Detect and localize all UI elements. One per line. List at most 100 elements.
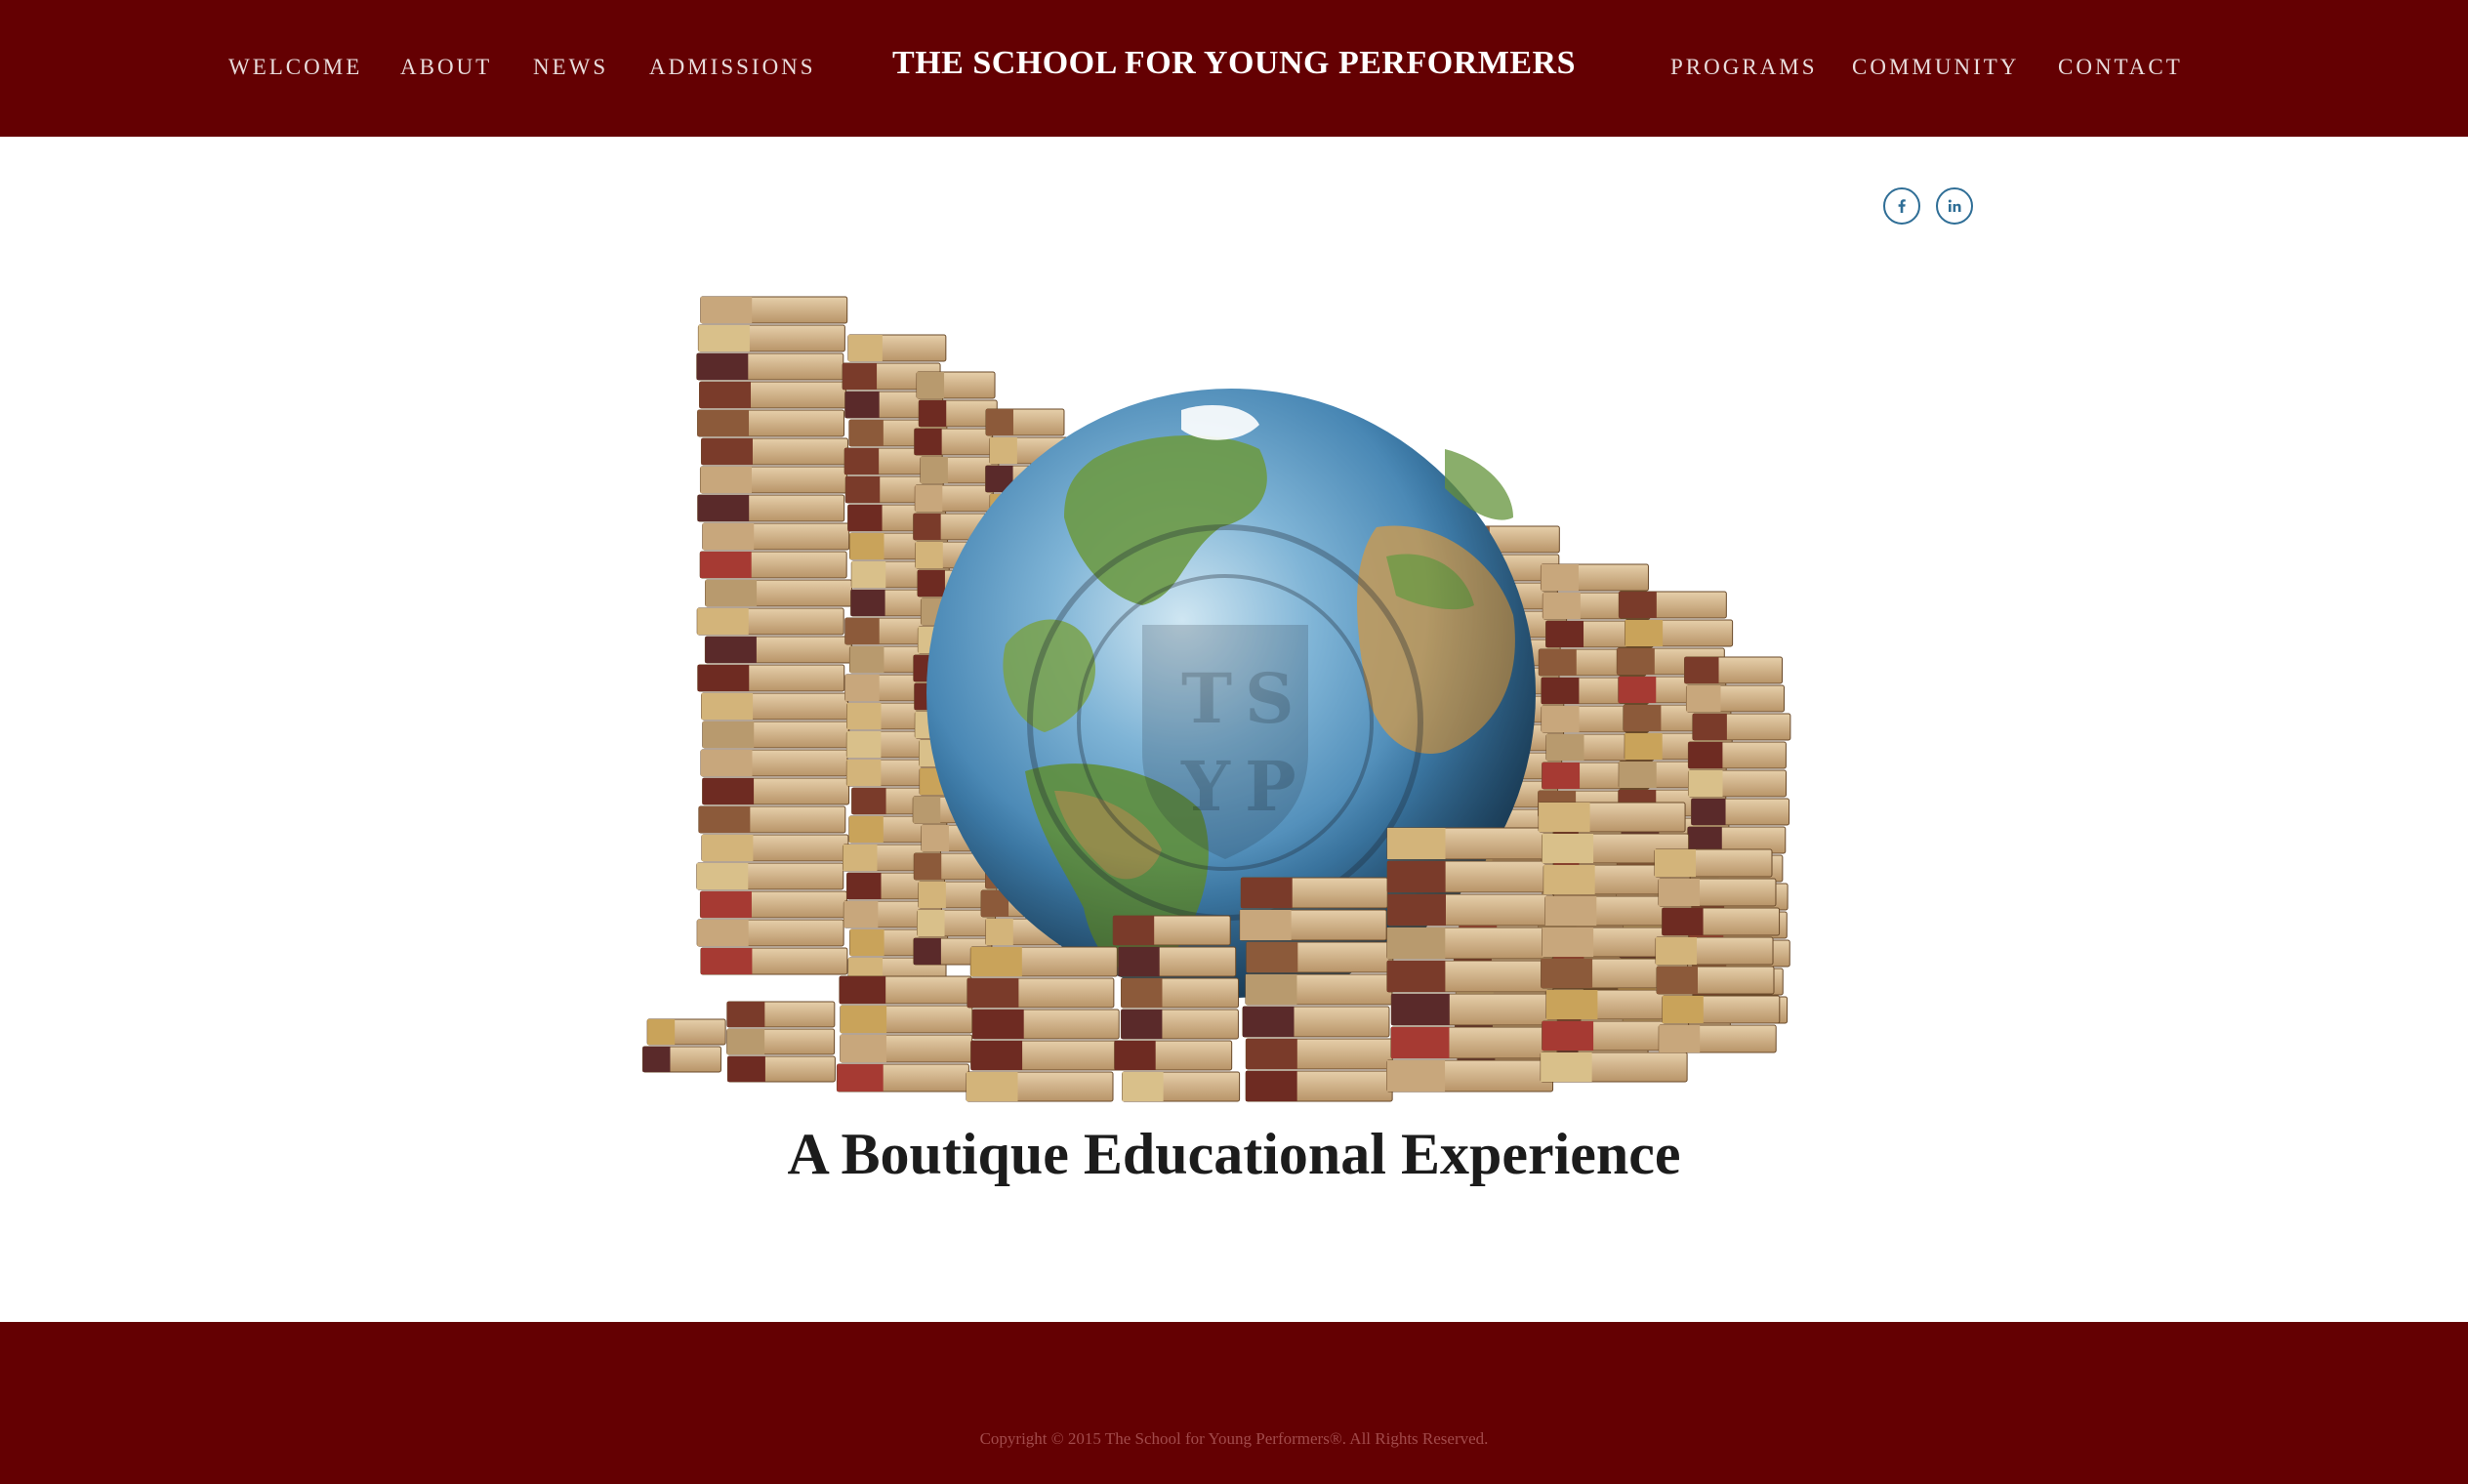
book — [1386, 893, 1554, 927]
facebook-icon — [1898, 199, 1906, 213]
book — [699, 890, 847, 919]
book — [1390, 1026, 1558, 1059]
book — [1245, 1038, 1393, 1070]
seal-letter-t: T — [1181, 658, 1232, 739]
book — [1685, 684, 1785, 713]
book — [702, 721, 850, 749]
book — [1538, 802, 1686, 833]
book — [646, 1018, 726, 1046]
book — [839, 975, 972, 1005]
facebook-button[interactable] — [1883, 187, 1920, 225]
book — [1655, 936, 1774, 966]
book — [914, 484, 994, 513]
book — [1658, 878, 1777, 907]
book — [1625, 619, 1734, 647]
book — [847, 334, 947, 362]
book — [916, 371, 996, 399]
book — [1245, 1070, 1393, 1102]
book — [726, 1028, 836, 1055]
book — [1114, 1040, 1233, 1071]
book — [1118, 946, 1237, 977]
book — [1684, 656, 1784, 684]
book — [1245, 973, 1393, 1006]
book — [967, 977, 1115, 1009]
seal-letter-p: P — [1245, 746, 1296, 827]
book — [696, 862, 844, 890]
book — [985, 408, 1065, 436]
book — [1654, 848, 1773, 878]
nav-programs[interactable]: PROGRAMS — [1670, 55, 1818, 80]
book — [702, 777, 850, 805]
nav-community[interactable]: COMMUNITY — [1852, 55, 2019, 80]
book — [1120, 977, 1239, 1009]
book — [1112, 915, 1231, 946]
book — [1540, 563, 1649, 592]
book — [1692, 713, 1791, 741]
book — [1662, 995, 1781, 1024]
book — [696, 607, 844, 636]
book — [698, 805, 846, 834]
book — [1618, 591, 1727, 619]
book — [1386, 1059, 1554, 1092]
book — [641, 1046, 721, 1073]
book — [701, 834, 849, 862]
book — [1120, 1009, 1239, 1040]
book — [1687, 741, 1787, 769]
book — [696, 352, 844, 381]
book — [966, 1071, 1114, 1102]
nav-contact[interactable]: CONTACT — [2058, 55, 2183, 80]
book — [697, 324, 845, 352]
book — [697, 494, 845, 522]
book — [726, 1001, 836, 1028]
book — [1386, 927, 1554, 960]
book — [1390, 993, 1558, 1026]
book — [1540, 1051, 1688, 1083]
tagline: A Boutique Educational Experience — [787, 1122, 1681, 1186]
book — [700, 296, 848, 324]
books-globe-illustration: T S Y P — [641, 296, 1791, 1102]
book — [701, 692, 849, 721]
site-footer: Copyright © 2015 The School for Young Pe… — [0, 1322, 2468, 1484]
book — [1246, 941, 1394, 973]
book — [700, 947, 848, 975]
book — [699, 466, 847, 494]
book — [697, 409, 845, 437]
seal-letter-s: S — [1245, 658, 1295, 739]
book — [1122, 1071, 1241, 1102]
hero-image: T S Y P — [635, 264, 1845, 1113]
book — [840, 1005, 973, 1034]
book — [699, 551, 847, 579]
book — [918, 399, 998, 428]
book — [1240, 877, 1388, 909]
book — [1658, 1024, 1777, 1053]
book — [1691, 798, 1790, 826]
copyright-text: Copyright © 2015 The School for Young Pe… — [979, 1429, 1489, 1448]
book — [1386, 960, 1554, 993]
book — [969, 946, 1118, 977]
book — [700, 437, 848, 466]
book — [914, 428, 994, 456]
book — [971, 1009, 1120, 1040]
book — [1242, 1006, 1390, 1038]
book — [840, 1034, 973, 1063]
book — [1386, 827, 1554, 860]
book — [726, 1055, 836, 1083]
book — [697, 664, 845, 692]
book — [704, 636, 852, 664]
book — [705, 579, 853, 607]
site-header: WELCOME ABOUT NEWS ADMISSIONS THE SCHOOL… — [0, 0, 2468, 137]
linkedin-icon — [1948, 199, 1961, 212]
book — [700, 749, 848, 777]
book — [1386, 860, 1554, 893]
seal-letter-y: Y — [1180, 746, 1231, 827]
book — [1687, 769, 1787, 798]
book — [699, 381, 847, 409]
book — [696, 919, 844, 947]
book — [1656, 966, 1775, 995]
book — [1239, 909, 1387, 941]
book — [1662, 907, 1781, 936]
linkedin-button[interactable] — [1936, 187, 1973, 225]
book — [836, 1063, 969, 1092]
book — [970, 1040, 1119, 1071]
book — [702, 522, 850, 551]
